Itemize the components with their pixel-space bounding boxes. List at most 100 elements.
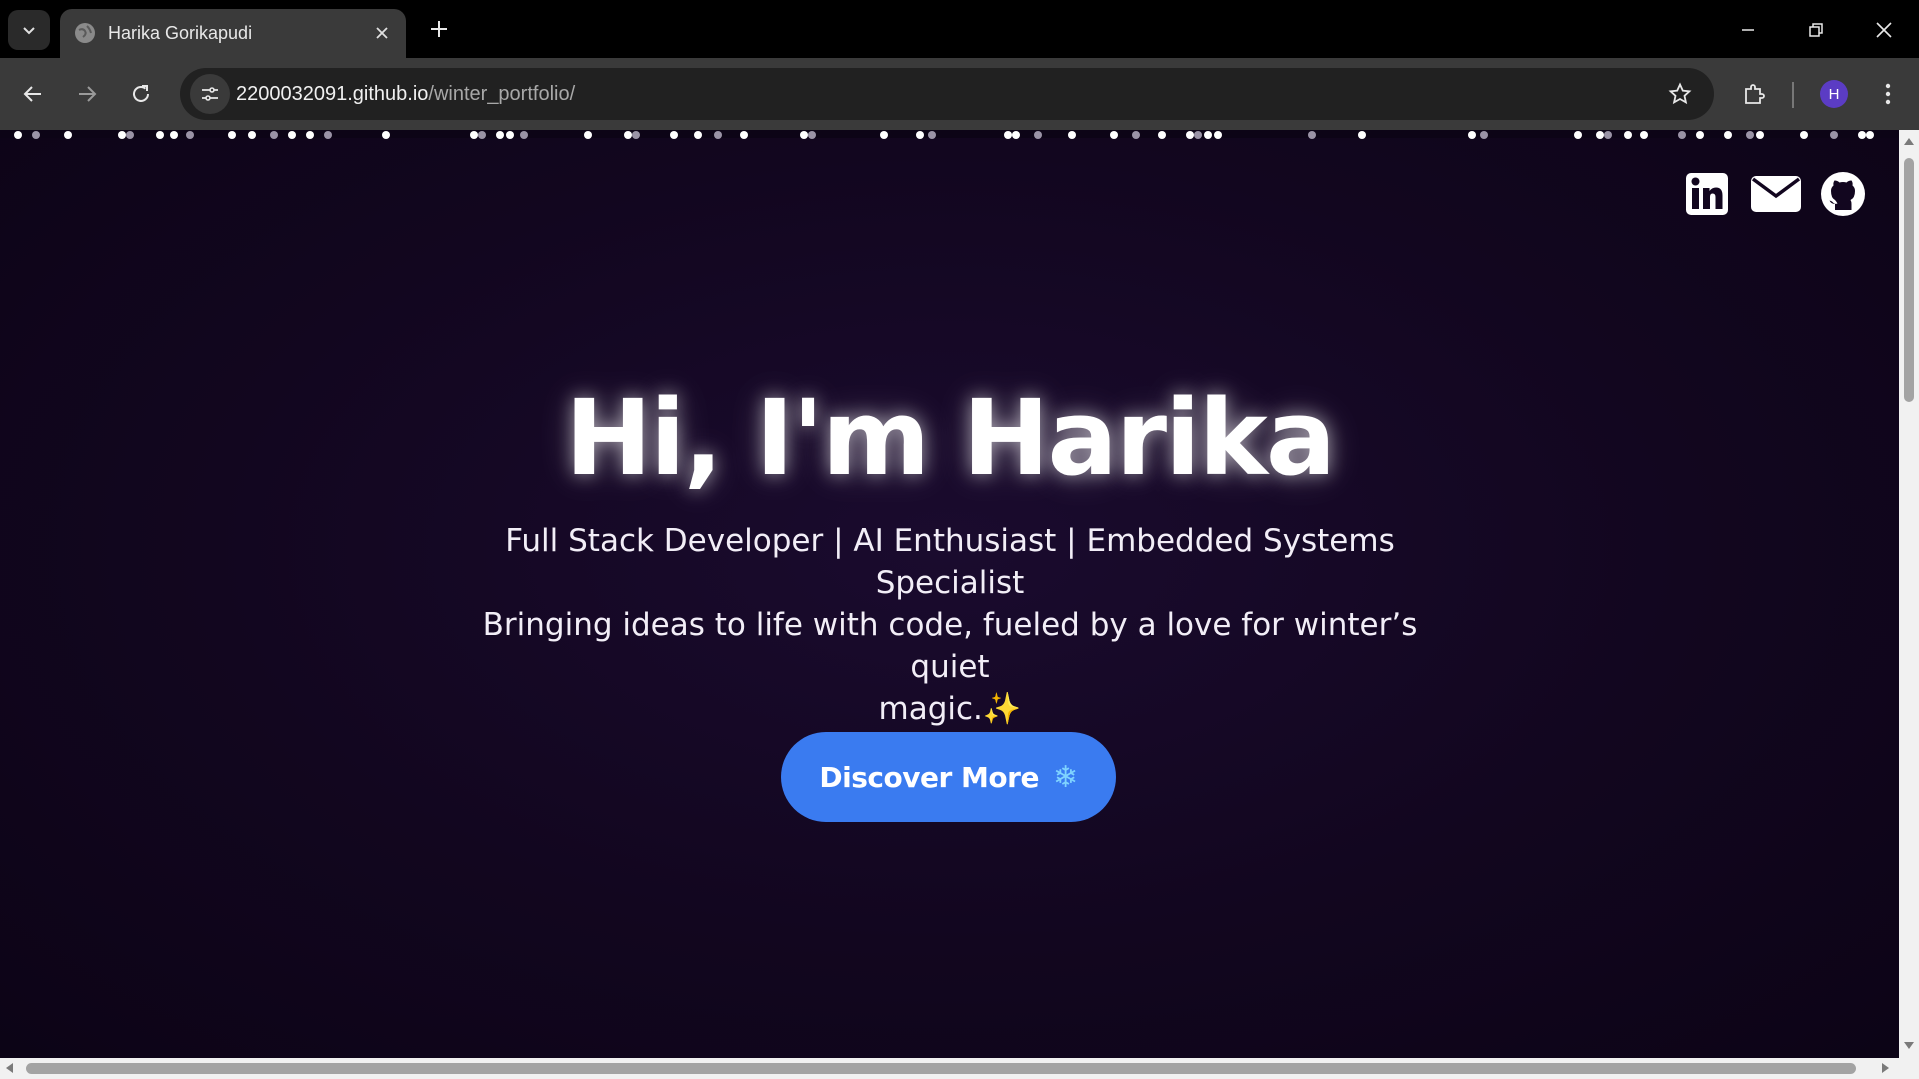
linkedin-link[interactable] bbox=[1683, 170, 1731, 218]
tab-search-button[interactable] bbox=[8, 10, 50, 50]
snowflake-dot bbox=[1678, 131, 1686, 139]
snowflake-dot bbox=[800, 131, 808, 139]
snowflake-dot bbox=[1110, 131, 1118, 139]
snowflake-dot bbox=[506, 131, 514, 139]
snowflake-dot bbox=[1604, 131, 1612, 139]
scroll-down-arrow[interactable] bbox=[1904, 1042, 1914, 1049]
snowflake-dot bbox=[306, 131, 314, 139]
snowflake-icon: ❄ bbox=[1052, 759, 1078, 795]
snowflake-dot bbox=[1308, 131, 1316, 139]
snowflake-dot bbox=[382, 131, 390, 139]
browser-toolbar: 2200032091.github.io/winter_portfolio/ H bbox=[0, 58, 1919, 130]
snowflake-dot bbox=[1724, 131, 1732, 139]
bookmark-button[interactable] bbox=[1666, 80, 1694, 108]
snowflake-dot bbox=[248, 131, 256, 139]
snowflake-dot bbox=[1132, 131, 1140, 139]
snowflake-dot bbox=[1158, 131, 1166, 139]
plus-icon bbox=[431, 21, 447, 37]
url-path: /winter_portfolio/ bbox=[428, 83, 576, 105]
snowflake-dot bbox=[1012, 131, 1020, 139]
more-vertical-icon bbox=[1885, 83, 1891, 105]
minimize-button[interactable] bbox=[1726, 10, 1770, 50]
snowflake-dot bbox=[694, 131, 702, 139]
envelope-icon bbox=[1751, 176, 1801, 212]
snowflake-dot bbox=[1214, 131, 1222, 139]
profile-avatar[interactable]: H bbox=[1820, 80, 1848, 108]
scroll-left-arrow[interactable] bbox=[6, 1063, 13, 1073]
snowflake-dot bbox=[1358, 131, 1366, 139]
snowflake-dot bbox=[1800, 131, 1808, 139]
browser-menu-button[interactable] bbox=[1867, 73, 1909, 115]
snowflake-dot bbox=[1640, 131, 1648, 139]
tune-icon bbox=[202, 87, 218, 101]
snowflake-dot bbox=[916, 131, 924, 139]
new-tab-button[interactable] bbox=[424, 14, 454, 44]
restore-button[interactable] bbox=[1794, 10, 1838, 50]
chevron-down-icon bbox=[23, 27, 35, 35]
email-link[interactable] bbox=[1749, 170, 1803, 218]
snowflake-dot bbox=[156, 131, 164, 139]
extensions-button[interactable] bbox=[1733, 73, 1775, 115]
snowflake-dot bbox=[520, 131, 528, 139]
snowflake-dot bbox=[1596, 131, 1604, 139]
github-link[interactable] bbox=[1819, 170, 1867, 218]
snowflake-dot bbox=[624, 131, 632, 139]
snowflake-dot bbox=[584, 131, 592, 139]
snowflake-dot bbox=[1068, 131, 1076, 139]
snowflake-dot bbox=[1866, 131, 1874, 139]
site-info-button[interactable] bbox=[190, 74, 230, 114]
snowflake-dot bbox=[270, 131, 278, 139]
puzzle-icon bbox=[1745, 84, 1765, 104]
restore-icon bbox=[1809, 23, 1823, 37]
horizontal-scrollbar[interactable] bbox=[0, 1058, 1919, 1079]
hero-subtitle: Full Stack Developer | AI Enthusiast | E… bbox=[440, 520, 1460, 730]
snowflake-dot bbox=[1186, 131, 1194, 139]
close-window-button[interactable] bbox=[1862, 10, 1906, 50]
vertical-scrollbar[interactable] bbox=[1899, 130, 1919, 1058]
snowflake-dot bbox=[1696, 131, 1704, 139]
snowflake-dot bbox=[808, 131, 816, 139]
hero-title: Hi, I'm Harika bbox=[564, 377, 1336, 499]
hero-subtitle-roles: Full Stack Developer | AI Enthusiast | E… bbox=[505, 523, 1395, 601]
snowflake-dot bbox=[126, 131, 134, 139]
snowflake-dot bbox=[1468, 131, 1476, 139]
arrow-left-icon bbox=[23, 86, 41, 102]
snowflake-dot bbox=[118, 131, 126, 139]
snowflake-dot bbox=[1858, 131, 1866, 139]
snowflake-dot bbox=[32, 131, 40, 139]
scroll-up-arrow[interactable] bbox=[1904, 138, 1914, 145]
tab-close-button[interactable] bbox=[370, 21, 394, 45]
snowflake-dot bbox=[14, 131, 22, 139]
snowflake-dot bbox=[478, 131, 486, 139]
snowflake-dot bbox=[1574, 131, 1582, 139]
snowflake-dot bbox=[1624, 131, 1632, 139]
snowflake-dot bbox=[324, 131, 332, 139]
reload-button[interactable] bbox=[120, 73, 162, 115]
browser-tab-active[interactable]: Harika Gorikapudi bbox=[60, 9, 406, 58]
snowflake-dot bbox=[470, 131, 478, 139]
snowflake-dot bbox=[1194, 131, 1202, 139]
horizontal-scroll-thumb[interactable] bbox=[26, 1063, 1856, 1074]
forward-button[interactable] bbox=[66, 73, 108, 115]
page-viewport: Hi, I'm Harika Full Stack Developer | AI… bbox=[0, 130, 1899, 1058]
tab-title: Harika Gorikapudi bbox=[108, 23, 253, 43]
scroll-right-arrow[interactable] bbox=[1882, 1063, 1889, 1073]
reload-icon bbox=[133, 85, 149, 102]
hero-subtitle-tagline-end: magic.✨ bbox=[878, 691, 1022, 727]
address-bar[interactable]: 2200032091.github.io/winter_portfolio/ bbox=[180, 68, 1714, 120]
snowflake-dot bbox=[1830, 131, 1838, 139]
snowflake-dot bbox=[1004, 131, 1012, 139]
discover-more-label: Discover More bbox=[819, 760, 1039, 794]
snowflake-dot bbox=[880, 131, 888, 139]
discover-more-button[interactable]: Discover More ❄ bbox=[781, 732, 1116, 822]
minimize-icon bbox=[1742, 29, 1754, 31]
back-button[interactable] bbox=[12, 73, 54, 115]
linkedin-icon bbox=[1686, 173, 1728, 215]
snowflake-dot bbox=[228, 131, 236, 139]
url-text[interactable]: 2200032091.github.io/winter_portfolio/ bbox=[236, 82, 575, 106]
url-host: 2200032091.github.io bbox=[236, 83, 429, 105]
vertical-scroll-thumb[interactable] bbox=[1904, 158, 1914, 402]
star-icon bbox=[1668, 82, 1692, 105]
snowflake-dot bbox=[632, 131, 640, 139]
close-icon bbox=[376, 27, 388, 39]
